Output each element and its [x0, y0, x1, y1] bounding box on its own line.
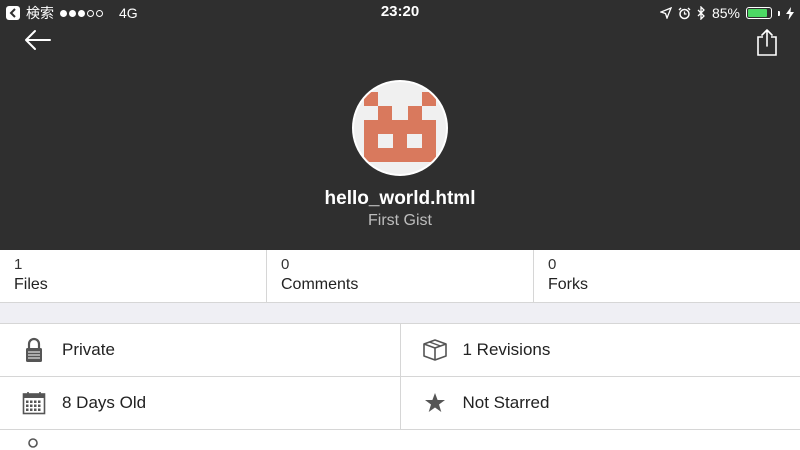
starred-label: Not Starred [462, 393, 550, 412]
status-bar: 検索 4G 23:20 85% [0, 0, 800, 26]
forks-label: Forks [548, 276, 588, 293]
files-count: 1 [14, 256, 23, 273]
revisions-label: 1 Revisions [462, 340, 551, 359]
files-label: Files [14, 276, 48, 293]
forks-count-tab[interactable]: 0 Forks [534, 250, 800, 302]
files-count-tab[interactable]: 1 Files [0, 250, 267, 302]
arrow-left-icon [25, 30, 51, 50]
comments-count-tab[interactable]: 0 Comments [267, 250, 534, 302]
star-icon [421, 389, 449, 417]
comments-count: 0 [281, 256, 290, 273]
info-row: 8 Days Old Not Starred [0, 377, 800, 430]
share-icon [757, 29, 777, 56]
forks-count: 0 [548, 256, 557, 273]
gist-title: hello_world.html [324, 188, 476, 209]
gist-info-grid: Private 1 Revisions 8 Days Old Not Starr… [0, 323, 800, 430]
bluetooth-icon [697, 6, 705, 20]
owner-row[interactable] [0, 430, 800, 450]
person-icon [28, 438, 38, 448]
gist-avatar [352, 80, 448, 176]
charging-bolt-icon [786, 6, 794, 20]
share-button[interactable] [756, 28, 778, 56]
gist-header: 検索 4G 23:20 85% hello_world.html First G… [0, 0, 800, 250]
package-icon [421, 336, 449, 364]
age-cell: 8 Days Old [0, 377, 401, 429]
info-row: Private 1 Revisions [0, 324, 800, 377]
calendar-icon [20, 389, 48, 417]
revisions-cell[interactable]: 1 Revisions [401, 324, 800, 376]
age-label: 8 Days Old [62, 393, 147, 412]
location-arrow-icon [659, 7, 672, 19]
gist-stats: 1 Files 0 Comments 0 Forks [0, 250, 800, 303]
identicon [364, 92, 436, 162]
battery-tip [778, 10, 780, 16]
comments-label: Comments [281, 276, 359, 293]
star-cell[interactable]: Not Starred [401, 377, 800, 429]
visibility-cell: Private [0, 324, 401, 376]
gist-description: First Gist [368, 212, 432, 229]
battery-icon [746, 7, 772, 19]
alarm-icon [678, 7, 691, 19]
battery-percent: 85% [711, 5, 740, 21]
visibility-label: Private [62, 340, 115, 359]
lock-icon [20, 336, 48, 364]
back-arrow-button[interactable] [22, 28, 54, 52]
